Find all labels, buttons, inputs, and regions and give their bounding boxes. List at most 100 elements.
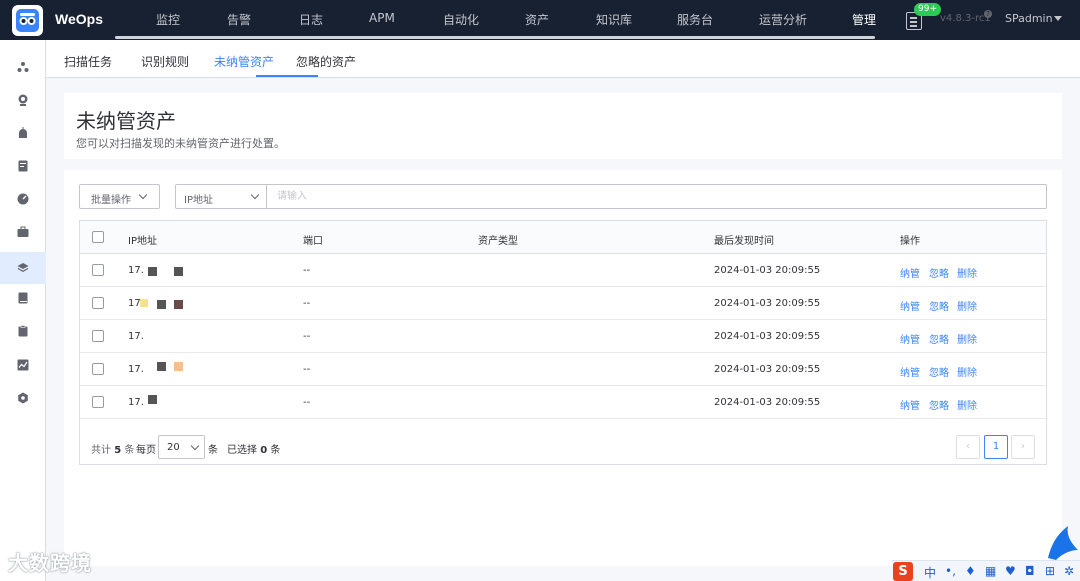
toolbox-icon[interactable] (13, 222, 33, 242)
manage-link[interactable]: 纳管 (900, 265, 920, 280)
help-icon[interactable]: ? (984, 10, 992, 18)
toolbox-icon[interactable]: ◘ (1025, 564, 1035, 578)
nav-service-desk[interactable]: 服务台 (677, 11, 713, 28)
last-seen-cell: 2024-01-03 20:09:55 (714, 364, 821, 375)
table-row: 17. -- 2024-01-03 20:09:55 纳管 忽略 删除 (80, 320, 1046, 353)
port-cell: -- (303, 298, 311, 309)
page-header: 未纳管资产 您可以对扫描发现的未纳管资产进行处置。 (64, 93, 1062, 159)
tab-scan-task[interactable]: 扫描任务 (64, 53, 112, 70)
tab-ignored-assets[interactable]: 忽略的资产 (296, 53, 356, 70)
table-row: 172 -- 2024-01-03 20:09:55 纳管 忽略 删除 (80, 287, 1046, 320)
manage-link[interactable]: 纳管 (900, 397, 920, 412)
page-description: 您可以对扫描发现的未纳管资产进行处置。 (76, 137, 285, 150)
tab-recognition-rule[interactable]: 识别规则 (141, 53, 189, 70)
search-field-select[interactable]: IP地址 (175, 184, 267, 209)
alarm-icon[interactable] (13, 123, 33, 143)
clipboard-icon[interactable] (13, 321, 33, 341)
nav-apm[interactable]: APM (369, 11, 395, 25)
port-cell: -- (303, 364, 311, 375)
app-logo[interactable] (12, 5, 43, 36)
delete-link[interactable]: 删除 (957, 265, 977, 280)
nav-operation-analysis[interactable]: 运营分析 (759, 11, 807, 28)
delete-link[interactable]: 删除 (957, 397, 977, 412)
manage-link[interactable]: 纳管 (900, 364, 920, 379)
row-checkbox[interactable] (92, 297, 104, 309)
ignore-link[interactable]: 忽略 (929, 364, 949, 379)
active-tab-indicator (256, 75, 318, 77)
ime-mode[interactable]: 中 (924, 564, 936, 581)
manage-link[interactable]: 纳管 (900, 331, 920, 346)
next-page-button[interactable]: › (1011, 435, 1035, 459)
table-row: 17. -- 2024-01-03 20:09:55 纳管 忽略 删除 (80, 386, 1046, 419)
layers-icon[interactable] (0, 252, 46, 284)
column-last-seen: 最后发现时间 (714, 236, 774, 247)
port-cell: -- (303, 265, 311, 276)
select-all-checkbox[interactable] (92, 231, 104, 243)
nav-assets[interactable]: 资产 (525, 11, 549, 28)
brand-name: WeOps (55, 11, 103, 27)
nav-knowledge[interactable]: 知识库 (596, 11, 632, 28)
tab-unmanaged-assets[interactable]: 未纳管资产 (214, 53, 274, 70)
port-cell: -- (303, 397, 311, 408)
keyboard-icon[interactable]: ▦ (985, 564, 996, 578)
table-header: IP地址 端口 资产类型 最后发现时间 操作 (80, 221, 1046, 254)
watermark: 大数跨境 (8, 551, 92, 575)
ignore-link[interactable]: 忽略 (929, 298, 949, 313)
pagination-total: 共计 5 条 (91, 445, 135, 456)
mascot-icon (1048, 526, 1078, 560)
chevron-down-icon (190, 441, 200, 451)
column-ip: IP地址 (128, 236, 157, 247)
book-icon[interactable] (13, 288, 33, 308)
chevron-down-icon (250, 190, 260, 200)
chevron-down-icon[interactable] (1054, 16, 1062, 21)
nav-log[interactable]: 日志 (299, 11, 323, 28)
apps-icon[interactable]: ⊞ (1045, 564, 1055, 578)
nav-monitor[interactable]: 监控 (156, 11, 180, 28)
ime-logo[interactable]: S (893, 562, 913, 581)
chart-icon[interactable] (13, 355, 33, 375)
prev-page-button[interactable]: ‹ (956, 435, 980, 459)
manage-link[interactable]: 纳管 (900, 298, 920, 313)
asset-list-panel: 批量操作 IP地址 IP地址 端口 资产类型 最后发现时间 操作 17. -- … (64, 170, 1062, 566)
page-title: 未纳管资产 (76, 109, 176, 133)
delete-link[interactable]: 删除 (957, 331, 977, 346)
dashboard-icon[interactable] (13, 189, 33, 209)
bulk-operation-dropdown[interactable]: 批量操作 (79, 184, 160, 209)
user-menu[interactable]: SPadmin (1005, 12, 1053, 25)
ignore-link[interactable]: 忽略 (929, 397, 949, 412)
camera-icon[interactable] (13, 90, 33, 110)
table-row: 17. -- 2024-01-03 20:09:55 纳管 忽略 删除 (80, 254, 1046, 287)
nav-alarm[interactable]: 告警 (227, 11, 251, 28)
redaction-mark (174, 362, 183, 371)
topology-icon[interactable] (13, 57, 33, 77)
ip-cell: 17. (128, 265, 144, 276)
settings-icon[interactable]: ✲ (1064, 564, 1074, 578)
settings-icon[interactable] (13, 388, 33, 408)
nav-manage[interactable]: 管理 (852, 11, 876, 28)
microphone-icon[interactable]: ♦ (965, 564, 976, 578)
skin-icon[interactable]: ♥ (1005, 564, 1016, 578)
delete-link[interactable]: 删除 (957, 298, 977, 313)
page-size-select[interactable]: 20 (158, 435, 205, 459)
search-input[interactable] (266, 184, 1047, 209)
delete-link[interactable]: 删除 (957, 364, 977, 379)
sidebar (0, 40, 46, 581)
nav-scrollbar[interactable] (115, 36, 875, 39)
bulk-operation-label: 批量操作 (91, 195, 131, 206)
ignore-link[interactable]: 忽略 (929, 331, 949, 346)
row-checkbox[interactable] (92, 264, 104, 276)
per-page-label: 每页 (136, 445, 156, 456)
page-button-1[interactable]: 1 (984, 435, 1008, 459)
row-checkbox[interactable] (92, 330, 104, 342)
ip-cell: 17. (128, 397, 144, 408)
punctuation-icon[interactable]: •, (945, 564, 956, 578)
report-icon[interactable] (13, 156, 33, 176)
table-row: 17. -- 2024-01-03 20:09:55 纳管 忽略 删除 (80, 353, 1046, 386)
last-seen-cell: 2024-01-03 20:09:55 (714, 265, 821, 276)
ignore-link[interactable]: 忽略 (929, 265, 949, 280)
row-checkbox[interactable] (92, 363, 104, 375)
logo-icon (16, 9, 39, 32)
nav-automation[interactable]: 自动化 (443, 11, 479, 28)
row-checkbox[interactable] (92, 396, 104, 408)
search-field-label: IP地址 (184, 195, 213, 206)
